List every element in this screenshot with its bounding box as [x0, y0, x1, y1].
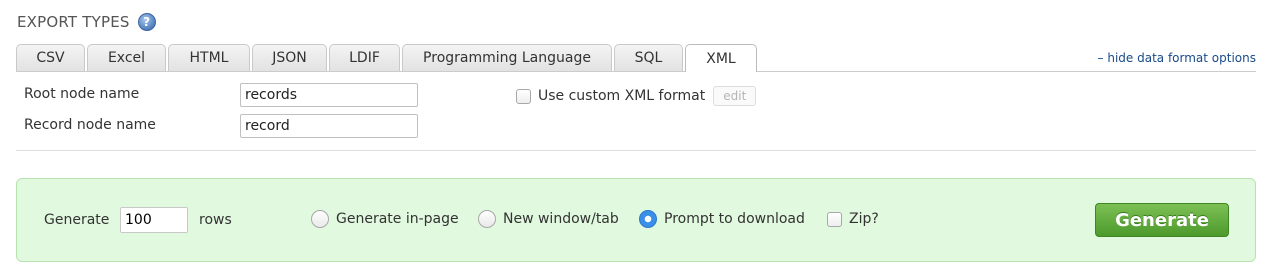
prompt-to-download-option[interactable]: Prompt to download	[639, 210, 805, 228]
prompt-to-download-radio[interactable]	[639, 210, 657, 228]
tab-ldif[interactable]: LDIF	[329, 44, 400, 71]
zip-option[interactable]: Zip?	[827, 211, 879, 227]
zip-label: Zip?	[849, 211, 879, 227]
edit-button[interactable]: edit	[713, 86, 757, 106]
generate-in-page-radio[interactable]	[311, 210, 329, 228]
generate-button[interactable]: Generate	[1095, 203, 1229, 237]
custom-xml-format-label: Use custom XML format	[538, 88, 706, 104]
tab-xml[interactable]: XML	[685, 44, 757, 72]
new-window-tab-label: New window/tab	[503, 211, 619, 227]
tab-json[interactable]: JSON	[252, 44, 327, 71]
record-node-label: Record node name	[24, 117, 156, 133]
record-node-input[interactable]	[240, 114, 418, 138]
tab-underline	[16, 71, 1256, 72]
export-type-tabs: CSV Excel HTML JSON LDIF Programming Lan…	[16, 44, 759, 72]
rows-suffix-label: rows	[199, 212, 232, 228]
generate-panel: Generate rows Generate in-page New windo…	[16, 178, 1256, 262]
generate-in-page-label: Generate in-page	[336, 211, 459, 227]
generate-in-page-option[interactable]: Generate in-page	[311, 210, 459, 228]
export-types-header: EXPORT TYPES ?	[17, 12, 156, 31]
zip-checkbox[interactable]	[827, 211, 842, 227]
tab-programming-language[interactable]: Programming Language	[402, 44, 612, 71]
tab-html[interactable]: HTML	[168, 44, 250, 71]
section-divider	[16, 150, 1256, 151]
prompt-to-download-label: Prompt to download	[664, 211, 805, 227]
hide-data-format-options-link[interactable]: – hide data format options	[1098, 51, 1256, 65]
tab-sql[interactable]: SQL	[614, 44, 683, 71]
help-icon[interactable]: ?	[137, 13, 156, 31]
custom-xml-format-checkbox[interactable]	[516, 88, 531, 104]
rows-count-input[interactable]	[120, 207, 188, 233]
generate-prefix-label: Generate	[44, 212, 110, 228]
root-node-input[interactable]	[240, 83, 418, 107]
custom-xml-format-option: Use custom XML format edit	[516, 86, 757, 106]
section-title: EXPORT TYPES	[17, 12, 130, 31]
new-window-tab-radio[interactable]	[478, 210, 496, 228]
tab-excel[interactable]: Excel	[87, 44, 166, 71]
root-node-label: Root node name	[24, 86, 140, 102]
tab-csv[interactable]: CSV	[16, 44, 85, 71]
new-window-tab-option[interactable]: New window/tab	[478, 210, 619, 228]
